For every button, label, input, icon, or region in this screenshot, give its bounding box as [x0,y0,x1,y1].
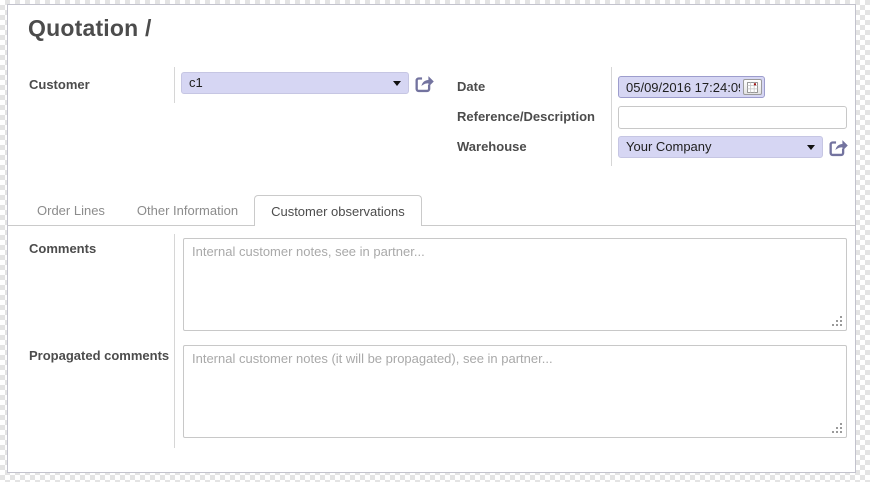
quotation-form-sheet: Quotation / Customer c1 Date [7,4,856,473]
reference-label: Reference/Description [457,109,595,124]
resize-grip-icon [840,324,842,326]
warehouse-dropdown[interactable]: Your Company [618,136,823,158]
date-label: Date [457,79,485,94]
date-field [618,76,765,98]
reference-input[interactable] [618,106,847,129]
chevron-down-icon [807,145,815,150]
customer-value: c1 [189,75,203,90]
tab-order-lines[interactable]: Order Lines [21,195,121,225]
page-title: Quotation / [28,15,152,42]
left-group-separator [174,67,175,103]
propagated-comments-textarea[interactable] [183,345,847,438]
warehouse-value: Your Company [626,139,712,154]
notebook-tab-bar: Order Lines Other Information Customer o… [8,195,855,226]
customer-dropdown[interactable]: c1 [181,72,409,94]
calendar-icon[interactable] [743,79,762,95]
warehouse-label: Warehouse [457,139,527,154]
comments-textarea[interactable] [183,238,847,331]
warehouse-external-link-icon[interactable] [827,136,849,158]
resize-grip-icon [840,431,842,433]
tab-customer-observations[interactable]: Customer observations [254,195,422,226]
propagated-comments-label: Propagated comments [29,348,169,363]
customer-external-link-icon[interactable] [413,72,435,94]
comments-label: Comments [29,241,96,256]
tab-content-separator [174,234,175,448]
tab-other-information[interactable]: Other Information [121,195,254,225]
right-group-separator [611,67,612,166]
customer-label: Customer [29,77,90,92]
screenshot-root: Quotation / Customer c1 Date [0,0,870,482]
chevron-down-icon [393,81,401,86]
